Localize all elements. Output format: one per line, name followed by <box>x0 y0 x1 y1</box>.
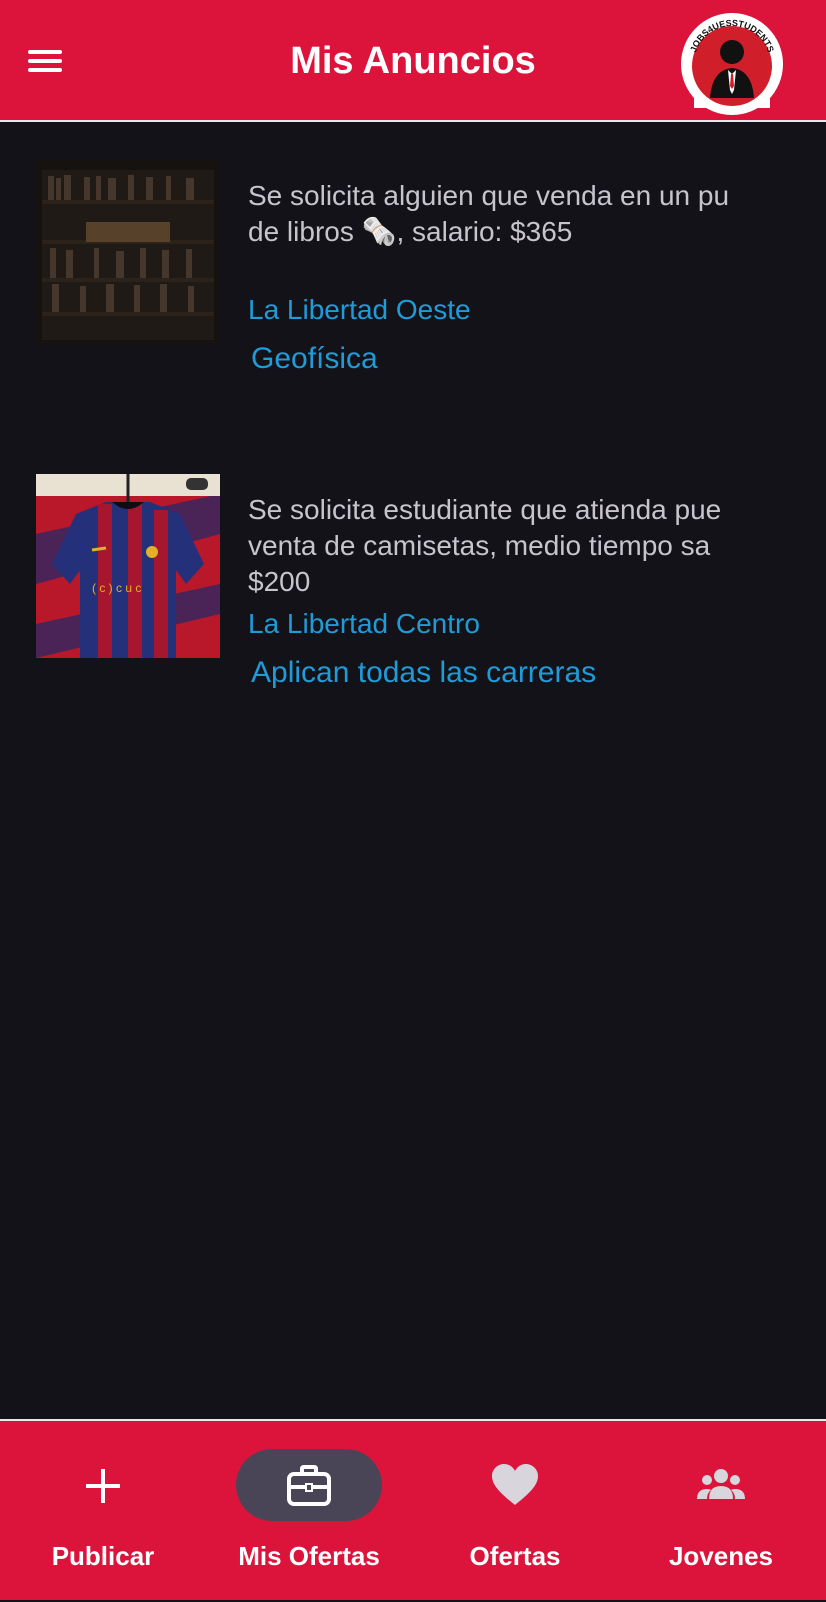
nav-label: Ofertas <box>469 1541 561 1571</box>
nav-label: Jovenes <box>668 1541 774 1571</box>
svg-text:( c ) c u c: ( c ) c u c <box>92 581 141 595</box>
ad-career: Geofísica <box>251 342 378 375</box>
ad-card[interactable]: Se solicita alguien que venda en un pu d… <box>0 160 826 420</box>
ad-description: Se solicita alguien que venda en un pu d… <box>248 180 730 247</box>
ad-description: Se solicita estudiante que atienda pue v… <box>248 494 722 597</box>
ad-location-link[interactable]: La Libertad Centro <box>248 608 480 640</box>
briefcase-icon <box>287 1465 331 1506</box>
heart-icon <box>492 1464 538 1505</box>
soccer-jersey-photo: ( c ) c u c <box>36 474 220 658</box>
nav-item-ofertas[interactable]: Ofertas <box>412 1421 618 1602</box>
nav-item-mis-ofertas[interactable]: Mis Ofertas <box>206 1421 412 1602</box>
group-icon <box>697 1469 745 1499</box>
nav-item-jovenes[interactable]: Jovenes <box>618 1421 824 1602</box>
nav-label: Publicar <box>51 1541 155 1571</box>
ad-card[interactable]: ( c ) c u c Se solicita estudiante que a… <box>0 474 826 734</box>
bottom-navigation: Publicar Mis Ofertas Ofertas Jovenes <box>0 1419 826 1600</box>
nav-item-publicar[interactable]: Publicar <box>0 1421 206 1602</box>
plus-icon <box>86 1469 120 1503</box>
nav-label: Mis Ofertas <box>238 1541 380 1571</box>
bookshelf-photo <box>36 160 220 344</box>
ad-career: Aplican todas las carreras <box>251 656 597 689</box>
ad-location-link[interactable]: La Libertad Oeste <box>248 294 471 326</box>
app-bar: Mis Anuncios JOBS4UESSTUDENTS <box>0 0 826 122</box>
app-logo: JOBS4UESSTUDENTS <box>681 13 783 115</box>
